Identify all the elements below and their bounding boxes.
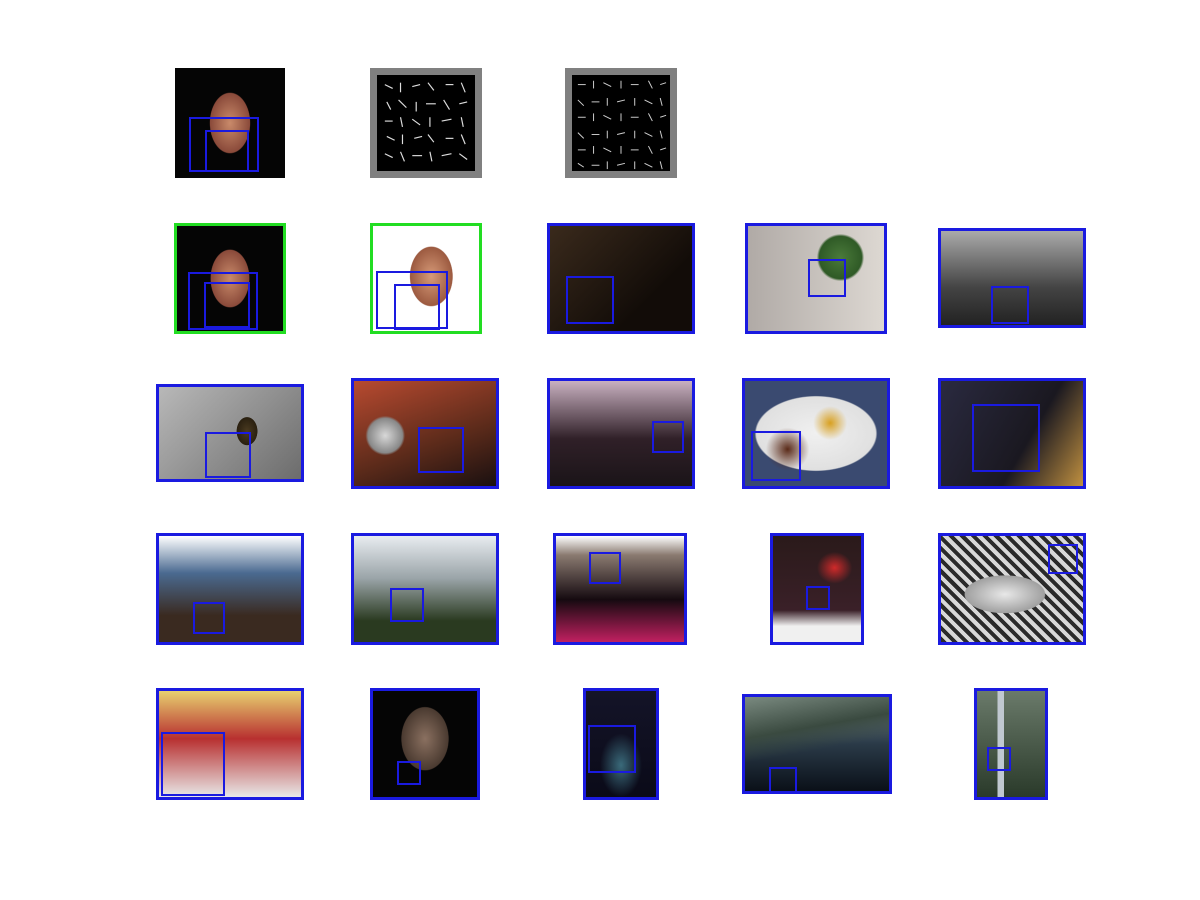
match-insect-on-leaf (156, 384, 304, 482)
detection-box (972, 404, 1040, 472)
detection-box (390, 588, 424, 622)
hog-glyph-grid (384, 82, 468, 162)
match-horse-rider-white-background (370, 223, 482, 334)
match-cactus-pot (745, 223, 887, 334)
hog-template-visualization (565, 68, 677, 178)
detection-box (652, 421, 684, 453)
match-boat-on-water (742, 694, 892, 794)
match-group-on-couch (547, 378, 695, 489)
detection-box (589, 552, 621, 584)
detection-box (751, 431, 801, 481)
detection-box (161, 732, 225, 796)
detection-box (806, 586, 830, 610)
match-dog-silhouette (553, 533, 687, 645)
detection-box (588, 725, 636, 773)
hog-glyph-grid (577, 80, 667, 170)
query-image-horse-rider (175, 68, 285, 178)
detection-box (193, 602, 225, 634)
figure-page: { "figure": { "rows": [ {"tiles": [ {"na… (0, 0, 1200, 900)
detection-box (205, 432, 251, 478)
match-dog-portrait (370, 688, 480, 800)
match-banquet-table (156, 688, 304, 800)
detection-box (418, 427, 464, 473)
detection-box (991, 286, 1029, 324)
match-bird-feeder (974, 688, 1048, 800)
match-dog-on-pet-bed (938, 533, 1086, 645)
detection-box (394, 284, 440, 330)
match-people-at-table (938, 378, 1086, 489)
match-guitar-player (583, 688, 659, 800)
detection-box (204, 282, 250, 328)
match-men-with-motorcycle (351, 533, 499, 645)
match-dog-photo-print (770, 533, 864, 645)
match-horse-rider-green-frame (174, 223, 286, 334)
match-food-plate (742, 378, 890, 489)
detection-box (205, 130, 249, 172)
match-train-station (938, 228, 1086, 328)
detection-box (397, 761, 421, 785)
detection-box (566, 276, 614, 324)
match-motorcycle-headlight (351, 378, 499, 489)
detection-box (769, 767, 797, 791)
match-dark-room-people (547, 223, 695, 334)
detection-box (808, 259, 846, 297)
detection-box (1048, 544, 1078, 574)
match-man-on-deck (156, 533, 304, 645)
detection-box (987, 747, 1011, 771)
hog-descriptor-visualization (370, 68, 482, 178)
